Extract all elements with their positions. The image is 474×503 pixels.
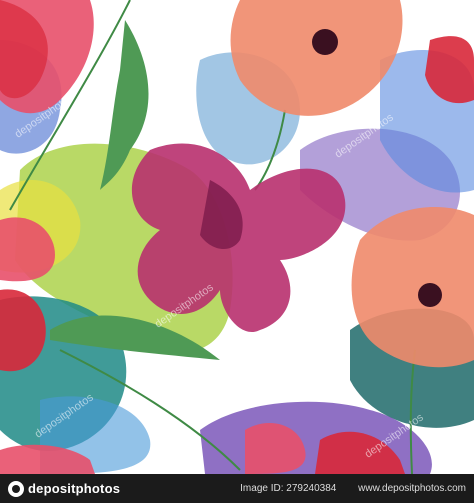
poppy-center-magenta (131, 143, 346, 332)
site-url[interactable]: www.depositphotos.com (358, 483, 466, 494)
logo-text: depositphotos (28, 481, 121, 496)
depositphotos-logo[interactable]: depositphotos (8, 480, 121, 497)
footer-bar: depositphotos Image ID: 279240384 www.de… (0, 474, 474, 503)
image-id: Image ID: 279240384 (240, 483, 337, 494)
watercolor-artwork: depositphotos depositphotos depositphoto… (0, 0, 474, 474)
poppy-top-left (0, 0, 94, 114)
logo-icon (8, 480, 24, 497)
